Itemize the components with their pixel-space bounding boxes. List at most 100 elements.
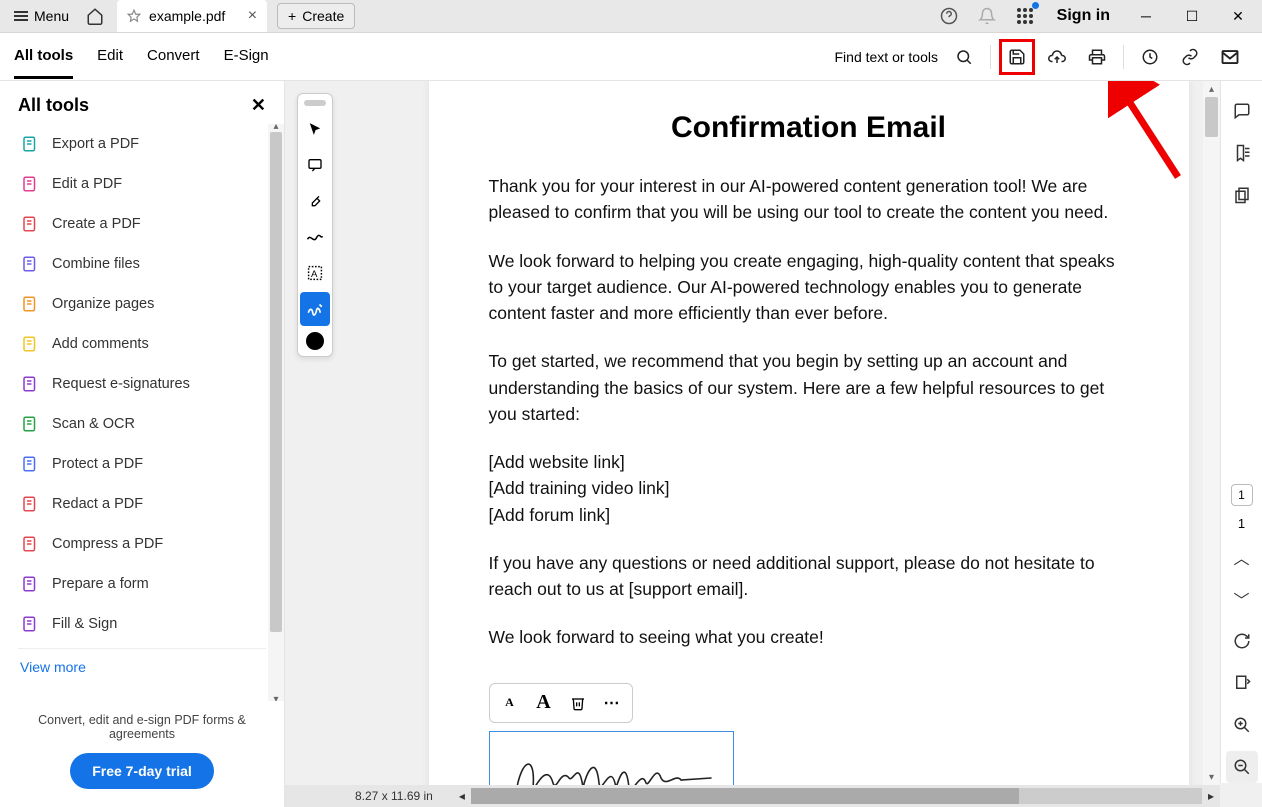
doc-paragraph: To get started, we recommend that you be…: [489, 348, 1129, 427]
ai-assistant-icon[interactable]: [1132, 39, 1168, 75]
close-sidebar-icon[interactable]: ✕: [251, 95, 266, 116]
bookmarks-panel-icon[interactable]: [1226, 137, 1258, 169]
sidebar-item[interactable]: Scan & OCR: [18, 404, 266, 444]
sidebar-item[interactable]: Edit a PDF: [18, 164, 266, 204]
star-icon: [127, 9, 141, 23]
select-tool-icon[interactable]: [300, 112, 330, 146]
tool-icon: [20, 494, 40, 514]
scroll-down-icon[interactable]: ▾: [1203, 769, 1220, 785]
mail-icon[interactable]: [1212, 39, 1248, 75]
rotate-icon[interactable]: [1226, 625, 1258, 657]
scroll-thumb[interactable]: [471, 788, 1019, 804]
sidebar-item-label: Compress a PDF: [52, 536, 163, 552]
zoom-out-icon[interactable]: [1226, 751, 1258, 783]
tool-icon: [20, 574, 40, 594]
sign-tool-icon[interactable]: [300, 292, 330, 326]
comments-panel-icon[interactable]: [1226, 95, 1258, 127]
document-tab[interactable]: example.pdf ×: [117, 0, 267, 32]
tab-all-tools[interactable]: All tools: [14, 35, 73, 79]
link-icon[interactable]: [1172, 39, 1208, 75]
sig-size-large[interactable]: A: [528, 688, 560, 718]
tool-icon: [20, 534, 40, 554]
sidebar-item[interactable]: Fill & Sign: [18, 604, 266, 644]
quick-tools-palette[interactable]: A: [297, 93, 333, 357]
hscroll-left-icon[interactable]: ◂: [453, 789, 471, 803]
comment-tool-icon[interactable]: [300, 148, 330, 182]
notification-dot: [1032, 2, 1039, 9]
sidebar-item-label: Fill & Sign: [52, 616, 117, 632]
tool-icon: [20, 294, 40, 314]
sign-in-button[interactable]: Sign in: [1047, 7, 1120, 25]
home-icon[interactable]: [79, 0, 111, 32]
text-markup-icon[interactable]: A: [300, 256, 330, 290]
color-swatch[interactable]: [306, 332, 324, 350]
tab-esign[interactable]: E-Sign: [224, 35, 269, 79]
sidebar-item[interactable]: Combine files: [18, 244, 266, 284]
sidebar-item[interactable]: Create a PDF: [18, 204, 266, 244]
highlight-tool-icon[interactable]: [300, 184, 330, 218]
sig-more-icon[interactable]: ⋯: [596, 688, 628, 718]
tool-icon: [20, 414, 40, 434]
doc-title: Confirmation Email: [489, 111, 1129, 145]
page-viewport[interactable]: Confirmation Email Thank you for your in…: [285, 81, 1262, 807]
tool-icon: [20, 254, 40, 274]
scroll-up-icon[interactable]: ▴: [1203, 81, 1220, 97]
scroll-thumb[interactable]: [270, 132, 282, 632]
page-down-icon[interactable]: ﹀: [1226, 583, 1258, 615]
bell-icon[interactable]: [971, 0, 1003, 32]
close-tab-icon[interactable]: ×: [248, 7, 257, 25]
drag-handle-icon[interactable]: [304, 100, 326, 106]
tool-icon: [20, 374, 40, 394]
doc-paragraph: We look forward to helping you create en…: [489, 248, 1129, 327]
view-more-link[interactable]: View more: [18, 648, 266, 685]
search-icon[interactable]: [946, 39, 982, 75]
print-icon[interactable]: [1079, 39, 1115, 75]
sidebar-item-label: Add comments: [52, 336, 149, 352]
sig-size-small[interactable]: A: [494, 688, 526, 718]
sidebar-item[interactable]: Redact a PDF: [18, 484, 266, 524]
create-button[interactable]: + Create: [277, 3, 355, 29]
window-minimize[interactable]: ─: [1126, 0, 1166, 32]
sidebar-item[interactable]: Add comments: [18, 324, 266, 364]
sidebar-item[interactable]: Prepare a form: [18, 564, 266, 604]
sidebar-item-label: Create a PDF: [52, 216, 141, 232]
page-up-icon[interactable]: ︿: [1226, 541, 1258, 573]
sidebar-item[interactable]: Request e-signatures: [18, 364, 266, 404]
titlebar: Menu example.pdf × + Create Sign in ─ ☐ …: [0, 0, 1262, 33]
sidebar-item[interactable]: Compress a PDF: [18, 524, 266, 564]
scroll-down-icon[interactable]: ▾: [270, 693, 282, 701]
hscroll-right-icon[interactable]: ▸: [1202, 789, 1220, 803]
doc-placeholder-link: [Add website link]: [489, 449, 1129, 475]
sidebar-item[interactable]: Protect a PDF: [18, 444, 266, 484]
cloud-upload-icon[interactable]: [1039, 39, 1075, 75]
menu-button[interactable]: Menu: [4, 4, 79, 28]
horizontal-scrollbar[interactable]: [471, 788, 1202, 804]
sig-delete-icon[interactable]: [562, 688, 594, 718]
sidebar-item[interactable]: Organize pages: [18, 284, 266, 324]
sidebar-item-label: Combine files: [52, 256, 140, 272]
tool-icon: [20, 214, 40, 234]
zoom-in-icon[interactable]: [1226, 709, 1258, 741]
window-close[interactable]: ✕: [1218, 0, 1258, 32]
apps-icon[interactable]: [1009, 0, 1041, 32]
status-bar: 8.27 x 11.69 in ◂ ▸: [285, 785, 1220, 807]
pages-panel-icon[interactable]: [1226, 179, 1258, 211]
tab-edit[interactable]: Edit: [97, 35, 123, 79]
sidebar-scrollbar[interactable]: ▴ ▾: [268, 124, 284, 701]
fit-page-icon[interactable]: [1226, 667, 1258, 699]
help-icon[interactable]: [933, 0, 965, 32]
free-trial-button[interactable]: Free 7-day trial: [70, 753, 214, 789]
menu-label: Menu: [34, 8, 69, 24]
draw-tool-icon[interactable]: [300, 220, 330, 254]
tab-convert[interactable]: Convert: [147, 35, 200, 79]
vertical-scrollbar[interactable]: ▴ ▾: [1203, 81, 1220, 785]
find-text-label[interactable]: Find text or tools: [835, 49, 939, 65]
scroll-thumb[interactable]: [1205, 97, 1218, 137]
scroll-up-icon[interactable]: ▴: [270, 124, 282, 132]
save-button[interactable]: [999, 39, 1035, 75]
current-page-badge[interactable]: 1: [1231, 484, 1253, 506]
page-dimensions: 8.27 x 11.69 in: [285, 789, 453, 803]
sidebar-item[interactable]: Export a PDF: [18, 124, 266, 164]
window-maximize[interactable]: ☐: [1172, 0, 1212, 32]
tool-icon: [20, 174, 40, 194]
